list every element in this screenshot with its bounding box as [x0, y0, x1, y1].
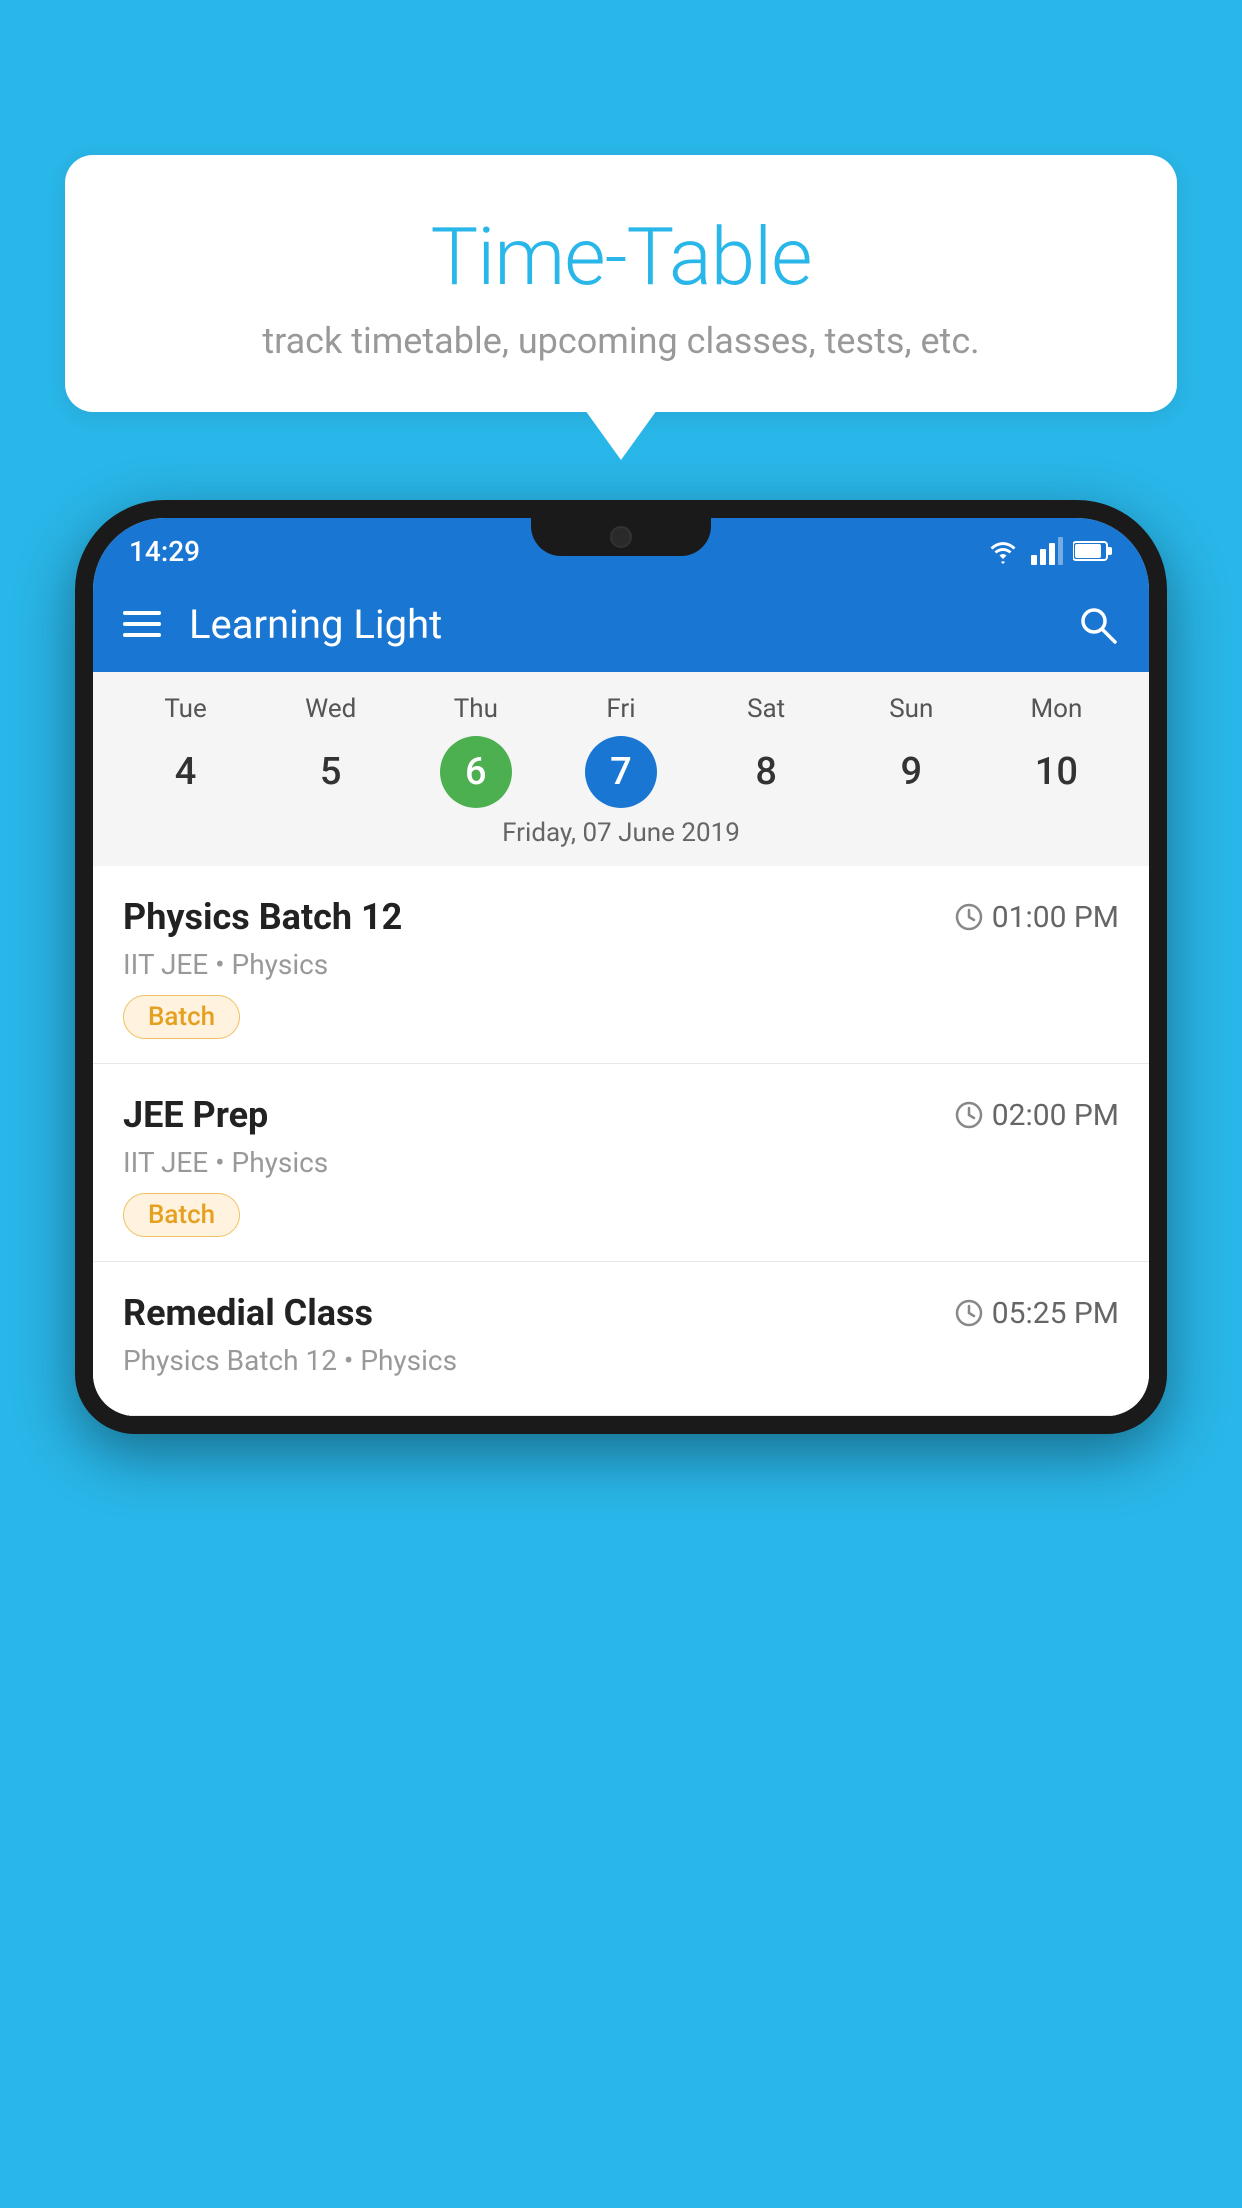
selected-date-label: Friday, 07 June 2019	[113, 808, 1129, 852]
class-meta-1: IIT JEE • Physics	[123, 948, 1119, 981]
day-label-thu: Thu	[403, 694, 548, 724]
item-2-header: JEE Prep 02:00 PM	[123, 1094, 1119, 1136]
clock-icon-3	[954, 1298, 984, 1328]
schedule-item-2[interactable]: JEE Prep 02:00 PM IIT JEE • Physics Batc…	[93, 1064, 1149, 1262]
day-8[interactable]: 8	[730, 736, 802, 808]
schedule-list: Physics Batch 12 01:00 PM IIT JEE • Phys…	[93, 866, 1149, 1416]
day-10[interactable]: 10	[1020, 736, 1092, 808]
day-4[interactable]: 4	[150, 736, 222, 808]
day-label-sat: Sat	[694, 694, 839, 724]
day-label-tue: Tue	[113, 694, 258, 724]
class-meta-2: IIT JEE • Physics	[123, 1146, 1119, 1179]
search-icon[interactable]	[1075, 602, 1119, 646]
schedule-item-1[interactable]: Physics Batch 12 01:00 PM IIT JEE • Phys…	[93, 866, 1149, 1064]
speech-bubble: Time-Table track timetable, upcoming cla…	[65, 155, 1177, 412]
class-time-3: 05:25 PM	[954, 1296, 1119, 1331]
day-label-wed: Wed	[258, 694, 403, 724]
day-7-selected[interactable]: 7	[585, 736, 657, 808]
wifi-icon	[985, 537, 1021, 565]
day-labels: Tue Wed Thu Fri Sat Sun Mon	[113, 694, 1129, 724]
class-name-1: Physics Batch 12	[123, 896, 402, 938]
clock-icon-2	[954, 1100, 984, 1130]
class-name-2: JEE Prep	[123, 1094, 268, 1136]
status-time: 14:29	[129, 535, 200, 568]
item-1-header: Physics Batch 12 01:00 PM	[123, 896, 1119, 938]
hamburger-menu-button[interactable]	[123, 611, 161, 637]
bubble-subtitle: track timetable, upcoming classes, tests…	[125, 320, 1117, 362]
speech-bubble-container: Time-Table track timetable, upcoming cla…	[65, 155, 1177, 412]
day-9[interactable]: 9	[875, 736, 947, 808]
bubble-title: Time-Table	[125, 210, 1117, 304]
app-bar: Learning Light	[93, 576, 1149, 672]
class-name-3: Remedial Class	[123, 1292, 373, 1334]
schedule-item-3[interactable]: Remedial Class 05:25 PM Physics Batch 12…	[93, 1262, 1149, 1416]
day-label-fri: Fri	[548, 694, 693, 724]
batch-badge-2: Batch	[123, 1193, 240, 1237]
day-label-mon: Mon	[984, 694, 1129, 724]
phone-mockup: 14:29	[75, 500, 1167, 2208]
calendar-strip: Tue Wed Thu Fri Sat Sun Mon 4 5 6 7 8 9 …	[93, 672, 1149, 866]
camera	[610, 526, 632, 548]
status-icons	[985, 537, 1113, 565]
phone-screen: 14:29	[93, 518, 1149, 1416]
day-label-sun: Sun	[839, 694, 984, 724]
battery-icon	[1073, 540, 1113, 562]
day-numbers: 4 5 6 7 8 9 10	[113, 736, 1129, 808]
class-meta-3: Physics Batch 12 • Physics	[123, 1344, 1119, 1377]
day-6-today[interactable]: 6	[440, 736, 512, 808]
item-3-header: Remedial Class 05:25 PM	[123, 1292, 1119, 1334]
class-time-1: 01:00 PM	[954, 900, 1119, 935]
class-time-2: 02:00 PM	[954, 1098, 1119, 1133]
clock-icon-1	[954, 902, 984, 932]
app-title: Learning Light	[189, 601, 1075, 648]
phone-outer: 14:29	[75, 500, 1167, 1434]
batch-badge-1: Batch	[123, 995, 240, 1039]
phone-notch	[531, 518, 711, 556]
day-5[interactable]: 5	[295, 736, 367, 808]
signal-icon	[1031, 537, 1063, 565]
